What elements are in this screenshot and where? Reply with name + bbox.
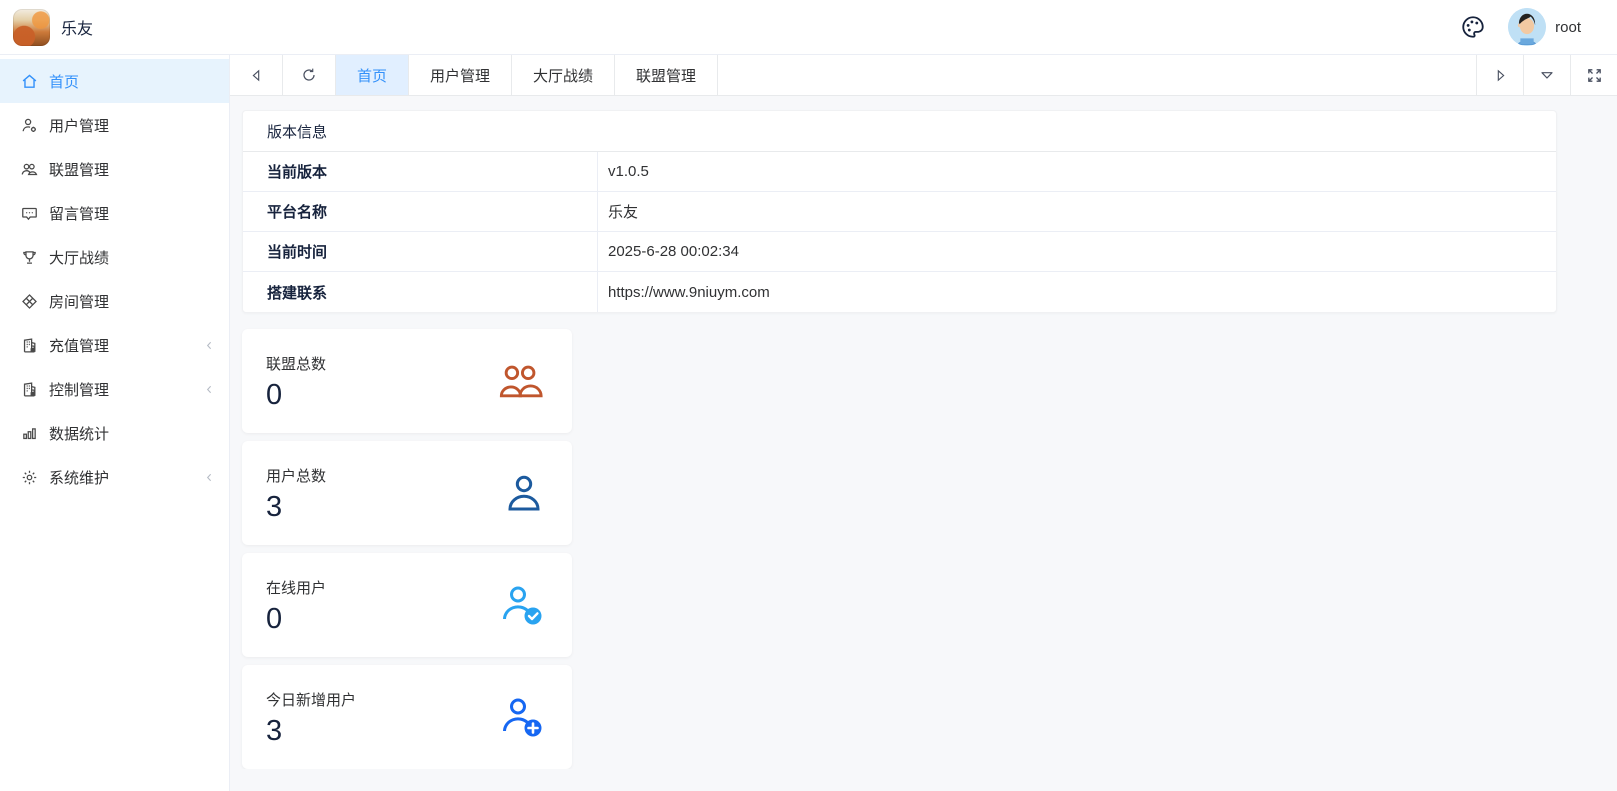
sidebar: 首页 用户管理 联盟管理 留言管理 大厅战绩 [0, 55, 230, 791]
bar-chart-icon [20, 424, 38, 442]
home-icon [20, 72, 38, 90]
building-lock-icon [20, 336, 38, 354]
version-info-panel: 版本信息 当前版本 v1.0.5 平台名称 乐友 当前时间 2025-6-28 … [242, 110, 1557, 313]
sidebar-item-label: 首页 [49, 71, 215, 92]
sidebar-item-recharge[interactable]: 充值管理 [0, 323, 229, 367]
row-value: v1.0.5 [598, 152, 1556, 191]
sidebar-item-label: 联盟管理 [49, 159, 215, 180]
user-menu[interactable]: root [1508, 8, 1581, 46]
tab-label: 首页 [357, 65, 387, 86]
back-arrow-button[interactable] [230, 55, 283, 95]
chevron-left-icon [204, 384, 215, 395]
people-icon [20, 160, 38, 178]
rooms-icon [20, 292, 38, 310]
group-icon [498, 361, 544, 401]
tab-actions-dropdown-button[interactable] [1523, 55, 1570, 95]
main-area: 首页 用户管理 大厅战绩 联盟管理 [230, 55, 1617, 791]
sidebar-item-hall-records[interactable]: 大厅战绩 [0, 235, 229, 279]
chevron-left-icon [204, 340, 215, 351]
tab-label: 联盟管理 [636, 65, 696, 86]
row-value: 2025-6-28 00:02:34 [598, 232, 1556, 271]
tab-hall-records[interactable]: 大厅战绩 [512, 55, 615, 95]
app-window: 乐友 root [0, 0, 1617, 791]
brand-area: 乐友 [0, 0, 230, 55]
chevron-left-icon [204, 472, 215, 483]
trophy-icon [20, 248, 38, 266]
sidebar-item-label: 用户管理 [49, 115, 215, 136]
theme-palette-icon[interactable] [1458, 12, 1488, 42]
sidebar-item-messages[interactable]: 留言管理 [0, 191, 229, 235]
message-icon [20, 204, 38, 222]
sidebar-item-label: 系统维护 [49, 467, 193, 488]
stat-card-user-total: 用户总数 3 [242, 441, 572, 545]
table-row: 当前版本 v1.0.5 [243, 152, 1556, 192]
stat-card-online-users: 在线用户 0 [242, 553, 572, 657]
stat-label: 用户总数 [266, 465, 326, 486]
table-row: 当前时间 2025-6-28 00:02:34 [243, 232, 1556, 272]
tab-home[interactable]: 首页 [336, 55, 409, 95]
stat-cards: 联盟总数 0 用户总数 3 [242, 329, 572, 769]
table-row: 平台名称 乐友 [243, 192, 1556, 232]
avatar [1508, 8, 1546, 46]
sidebar-item-users[interactable]: 用户管理 [0, 103, 229, 147]
stat-label: 在线用户 [266, 577, 326, 598]
fullscreen-button[interactable] [1570, 55, 1617, 95]
tab-users[interactable]: 用户管理 [409, 55, 512, 95]
person-icon [504, 473, 544, 513]
building-lock-icon [20, 380, 38, 398]
sidebar-item-maintenance[interactable]: 系统维护 [0, 455, 229, 499]
sidebar-item-label: 控制管理 [49, 379, 193, 400]
sidebar-item-control[interactable]: 控制管理 [0, 367, 229, 411]
row-label: 当前版本 [243, 152, 598, 191]
top-header: root [230, 0, 1617, 55]
stat-value: 3 [266, 493, 326, 522]
stat-value: 3 [266, 717, 356, 746]
row-label: 平台名称 [243, 192, 598, 231]
forward-arrow-button[interactable] [1476, 55, 1523, 95]
tab-bar: 首页 用户管理 大厅战绩 联盟管理 [230, 55, 1617, 96]
row-value: 乐友 [598, 192, 1556, 231]
sidebar-item-label: 留言管理 [49, 203, 215, 224]
page-content: 版本信息 当前版本 v1.0.5 平台名称 乐友 当前时间 2025-6-28 … [230, 96, 1617, 769]
username: root [1555, 19, 1581, 36]
panel-title: 版本信息 [243, 111, 1556, 152]
row-label: 当前时间 [243, 232, 598, 271]
stat-card-alliance-total: 联盟总数 0 [242, 329, 572, 433]
tab-label: 用户管理 [430, 65, 490, 86]
sidebar-item-label: 房间管理 [49, 291, 215, 312]
sidebar-item-label: 大厅战绩 [49, 247, 215, 268]
stat-value: 0 [266, 605, 326, 634]
sidebar-item-statistics[interactable]: 数据统计 [0, 411, 229, 455]
stat-label: 今日新增用户 [266, 689, 356, 710]
person-check-icon [500, 584, 544, 626]
gear-icon [20, 468, 38, 486]
sidebar-item-label: 充值管理 [49, 335, 193, 356]
sidebar-item-alliance[interactable]: 联盟管理 [0, 147, 229, 191]
sidebar-item-home[interactable]: 首页 [0, 59, 229, 103]
stat-value: 0 [266, 381, 326, 410]
table-row: 搭建联系 https://www.9niuym.com [243, 272, 1556, 312]
tabbar-spacer [718, 55, 1476, 95]
brand-name: 乐友 [61, 15, 93, 39]
stat-card-new-users-today: 今日新增用户 3 [242, 665, 572, 769]
sidebar-item-label: 数据统计 [49, 423, 215, 444]
brand-logo [13, 9, 50, 46]
tab-alliance[interactable]: 联盟管理 [615, 55, 718, 95]
refresh-button[interactable] [283, 55, 336, 95]
row-label: 搭建联系 [243, 272, 598, 312]
tab-label: 大厅战绩 [533, 65, 593, 86]
sidebar-item-rooms[interactable]: 房间管理 [0, 279, 229, 323]
user-gear-icon [20, 116, 38, 134]
row-value: https://www.9niuym.com [598, 272, 1556, 312]
stat-label: 联盟总数 [266, 353, 326, 374]
person-plus-icon [500, 696, 544, 738]
